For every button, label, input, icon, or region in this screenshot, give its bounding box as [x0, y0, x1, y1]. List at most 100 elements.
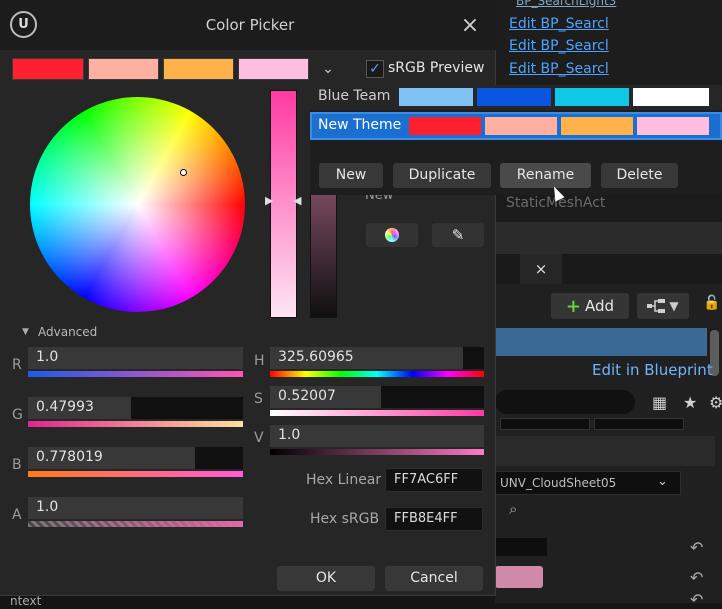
theme-swatch[interactable] — [637, 117, 709, 135]
saturation-value-field[interactable]: 0.52007 — [270, 386, 484, 408]
channel-label-r: R — [12, 357, 22, 373]
eyedropper-icon: ✎ — [451, 226, 465, 244]
blue-value-field[interactable]: 0.778019 — [28, 447, 243, 469]
edit-bp-link-1[interactable]: Edit BP_Searcl — [509, 16, 609, 32]
saturation-gradient-bar — [270, 410, 484, 416]
channel-label-g: G — [12, 407, 23, 423]
channel-label-b: B — [12, 457, 22, 473]
channel-label-s: S — [254, 391, 263, 407]
theme-swatch[interactable] — [485, 117, 557, 135]
color-wheel-mode-button[interactable] — [366, 223, 418, 247]
cancel-button[interactable]: Cancel — [385, 566, 483, 591]
rename-theme-button[interactable]: Rename — [500, 163, 591, 188]
edit-bp-link-2[interactable]: Edit BP_Searcl — [509, 38, 609, 54]
hex-linear-label: Hex Linear — [306, 472, 382, 488]
theme-name: Blue Team — [318, 88, 391, 104]
selected-component-row[interactable] — [495, 328, 707, 356]
saturation-value-text: 0.52007 — [278, 388, 336, 404]
theme-swatch[interactable] — [633, 88, 709, 106]
property-value-field[interactable] — [495, 538, 547, 556]
hex-srgb-label: Hex sRGB — [310, 511, 380, 527]
add-label: Add — [585, 297, 615, 315]
theme-name: New Theme — [318, 117, 402, 133]
reset-arrow-icon[interactable]: ↶ — [690, 590, 703, 609]
bottom-label: ntext — [10, 594, 42, 608]
find-asset-icon[interactable]: ⌕ — [509, 500, 517, 518]
green-gradient-bar — [28, 421, 243, 427]
red-value-text: 1.0 — [36, 349, 59, 365]
srgb-preview-label: sRGB Preview — [388, 60, 485, 76]
lock-icon[interactable]: 🔓 — [703, 295, 720, 311]
red-value-field[interactable]: 1.0 — [28, 347, 243, 369]
channel-label-h: H — [254, 353, 265, 369]
value-value-text: 1.0 — [278, 427, 301, 443]
delete-theme-button[interactable]: Delete — [601, 163, 678, 188]
hex-linear-input[interactable]: FF7AC6FF — [385, 468, 483, 492]
property-field-2[interactable] — [594, 418, 684, 430]
add-component-button[interactable]: + Add — [551, 293, 629, 319]
property-field-1[interactable] — [500, 418, 590, 430]
theme-swatch[interactable] — [561, 117, 633, 135]
eyedropper-button[interactable]: ✎ — [432, 223, 484, 247]
value-gradient-bar — [270, 449, 484, 455]
hue-value-field[interactable]: 325.60965 — [270, 347, 484, 369]
reset-arrow-icon[interactable]: ↶ — [690, 538, 703, 557]
advanced-section-label[interactable]: Advanced — [38, 325, 97, 339]
theme-swatch-1[interactable] — [12, 58, 84, 80]
outliner-row — [495, 222, 722, 254]
dialog-title: Color Picker — [205, 16, 295, 34]
color-wheel[interactable] — [30, 97, 245, 312]
value-value-fill — [270, 425, 484, 447]
slider-arrow-icon: ◀ — [293, 194, 302, 207]
channel-label-v: V — [254, 430, 264, 446]
green-value-field[interactable]: 0.47993 — [28, 397, 243, 419]
hex-srgb-input[interactable]: FFB8E4FF — [385, 507, 483, 531]
theme-swatch[interactable] — [477, 88, 551, 106]
reset-arrow-icon[interactable]: ↶ — [690, 568, 703, 587]
cloud-sheet-dropdown[interactable]: UNV_CloudSheet05 — [495, 471, 681, 495]
advanced-expand-icon[interactable]: ▼ — [22, 327, 29, 337]
color-wheel-icon — [385, 228, 399, 242]
theme-swatch[interactable] — [409, 117, 481, 135]
table-icon[interactable]: ▦ — [652, 393, 667, 412]
theme-swatch-3[interactable] — [163, 58, 234, 80]
tab-close-button[interactable]: × — [520, 254, 562, 284]
color-property-swatch[interactable] — [495, 566, 543, 588]
unreal-logo-icon: U — [10, 11, 37, 38]
blue-gradient-bar — [28, 471, 243, 477]
edit-bp-link-3[interactable]: Edit BP_Searcl — [509, 61, 609, 77]
theme-swatch-4[interactable] — [238, 58, 309, 80]
color-wheel-marker[interactable] — [180, 169, 187, 176]
color-preview-new — [310, 190, 337, 318]
duplicate-theme-button[interactable]: Duplicate — [393, 163, 491, 188]
theme-swatch[interactable] — [555, 88, 629, 106]
channel-label-a: A — [12, 507, 22, 523]
edit-in-blueprint-link[interactable]: Edit in Blueprint — [592, 361, 713, 379]
hue-value-text: 325.60965 — [278, 349, 354, 365]
blue-value-text: 0.778019 — [36, 449, 103, 465]
close-button[interactable]: × — [456, 12, 484, 40]
value-value-field[interactable]: 1.0 — [270, 425, 484, 447]
star-icon[interactable]: ★ — [683, 393, 697, 412]
hierarchy-dropdown[interactable]: ▼ — [637, 293, 689, 319]
theme-swatch[interactable] — [399, 88, 473, 106]
theme-swatch-2[interactable] — [88, 58, 159, 80]
ok-button[interactable]: OK — [277, 566, 375, 591]
alpha-value-field[interactable]: 1.0 — [28, 497, 243, 519]
green-value-text: 0.47993 — [36, 399, 94, 415]
hue-gradient-bar — [270, 371, 484, 377]
plus-icon: + — [565, 295, 582, 317]
srgb-preview-checkbox[interactable]: ✓ — [366, 60, 384, 78]
theme-menu-chevron-icon[interactable]: ⌄ — [317, 58, 339, 80]
cut-off-label: BP_SearchLight3 — [516, 0, 617, 8]
alpha-value-fill — [28, 497, 243, 519]
alpha-value-text: 1.0 — [36, 499, 59, 515]
gear-icon[interactable]: ⚙ — [709, 393, 722, 412]
red-gradient-bar — [28, 371, 243, 377]
new-theme-button[interactable]: New — [319, 163, 383, 188]
details-search-input[interactable] — [495, 390, 635, 414]
property-row — [495, 436, 715, 466]
slider-arrow-icon: ▶ — [265, 194, 274, 207]
color-wheel-saturation — [30, 97, 245, 312]
red-value-fill — [28, 347, 243, 369]
